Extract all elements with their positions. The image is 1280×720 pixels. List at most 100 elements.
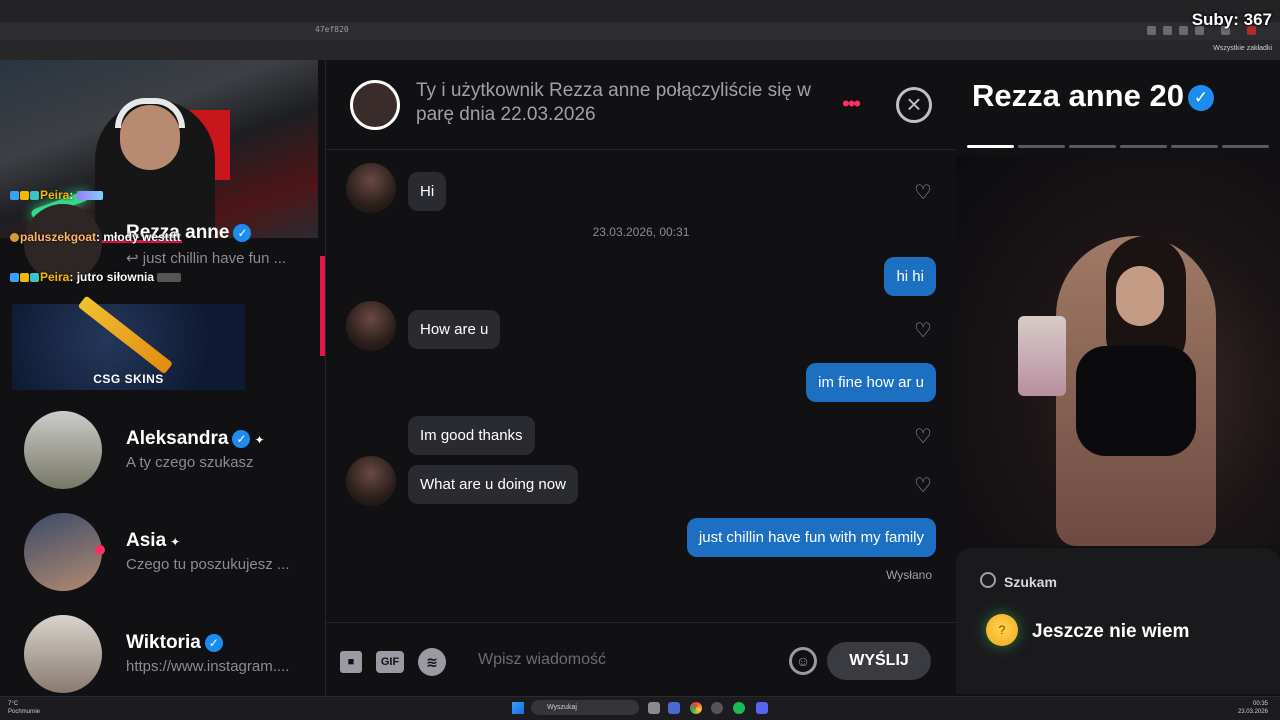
verified-badge-icon: ✓ (233, 224, 252, 242)
stream-chat-message: paluszekgoat: młody westttt (10, 230, 181, 244)
like-heart-icon[interactable]: ♡ (914, 180, 932, 205)
weather-widget[interactable]: 7°C Pochmurnie (8, 700, 40, 716)
photo-cup (1018, 316, 1066, 396)
conversation-list-panel: Rezza anne ✓ ↩ just chillin have fun ... … (0, 60, 326, 696)
verified-badge-icon: ✓ (232, 430, 251, 448)
conversation-name: Wiktoria ✓ (126, 632, 223, 654)
url-text[interactable]: 47ef820 (315, 25, 349, 34)
message-input[interactable]: Wpisz wiadomość (478, 651, 606, 669)
message-avatar[interactable] (346, 456, 396, 506)
zoom-icon[interactable] (1163, 26, 1172, 35)
thinking-face-icon: ? (986, 614, 1018, 646)
sent-status: Wysłano (886, 568, 932, 582)
badge-icon (10, 191, 19, 200)
clock-date: 23.03.2026 (1237, 709, 1268, 715)
sparkle-icon: ✦ (170, 535, 181, 549)
selected-conversation-bar (320, 256, 325, 356)
like-heart-icon[interactable]: ♡ (914, 473, 932, 498)
avatar (24, 513, 102, 591)
all-bookmarks-link[interactable]: Wszystkie zakładki (1213, 45, 1272, 52)
conversation-item-aleksandra[interactable]: Aleksandra ✓ ✦ A ty czego szukasz (0, 405, 320, 505)
chat-header-avatar[interactable] (350, 80, 400, 130)
looking-for-value: Jeszcze nie wiem (1032, 621, 1190, 642)
profile-photo[interactable] (956, 156, 1280, 546)
conversation-name-text: Wiktoria (126, 632, 201, 653)
photo-progress-segment[interactable] (1120, 145, 1167, 148)
spotify-icon[interactable] (733, 702, 745, 714)
knife-icon (77, 295, 173, 375)
crown-icon (20, 191, 29, 200)
chat-header: Ty i użytkownik Rezza anne połączyliście… (326, 60, 956, 150)
weather-desc: Pochmurnie (8, 709, 41, 715)
conversation-preview: ↩ just chillin have fun ... (126, 250, 287, 267)
spotify-icon[interactable]: ≋ (418, 648, 446, 676)
like-heart-icon[interactable]: ♡ (914, 424, 932, 449)
profile-name-text: Rezza anne 20 (972, 78, 1184, 113)
chat-panel: Ty i użytkownik Rezza anne połączyliście… (326, 60, 956, 696)
conversation-name-text: Asia (126, 530, 167, 551)
photo-progress-segment[interactable] (1171, 145, 1218, 148)
online-dot-icon (95, 545, 105, 555)
photo-progress-segment[interactable] (1222, 145, 1269, 148)
message-bubble-outgoing: hi hi (884, 257, 936, 296)
badge-icon (30, 273, 39, 282)
obs-icon[interactable] (711, 702, 723, 714)
looking-for-card: Szukam ? Jeszcze nie wiem (956, 548, 1280, 694)
conversation-preview: https://www.instagram.... (126, 658, 290, 675)
send-button[interactable]: WYŚLIJ (827, 642, 931, 680)
windows-start-icon[interactable] (512, 702, 524, 714)
chat-username: Peira (40, 270, 70, 284)
verified-badge-icon: ✓ (1187, 85, 1214, 111)
sparkle-icon: ✦ (254, 433, 265, 447)
subscriber-count-overlay: Suby: 367 (1191, 10, 1272, 29)
profile-panel: Rezza anne 20 ✓ Szukam ? Jeszcze nie wiem (956, 60, 1280, 696)
chat-text: jutro siłownia (76, 270, 155, 284)
crown-icon (20, 273, 29, 282)
app-icon[interactable] (668, 702, 680, 714)
location-icon[interactable] (1147, 26, 1156, 35)
chat-username: paluszekgoat (20, 230, 97, 244)
chat-text: młody westttt (103, 230, 181, 244)
conversation-name: Asia ✦ (126, 530, 180, 552)
taskbar-search[interactable]: Wyszukaj (531, 700, 639, 715)
browser-address-bar[interactable] (0, 22, 1280, 40)
chrome-icon[interactable] (690, 702, 702, 714)
search-icon (980, 572, 996, 588)
message-bubble-incoming: Im good thanks (408, 416, 535, 455)
avatar (24, 411, 102, 489)
conversation-item-wiktoria[interactable]: Wiktoria ✓ https://www.instagram.... (0, 609, 320, 699)
profile-name: Rezza anne 20 ✓ (972, 78, 1214, 114)
badge-icon (30, 191, 39, 200)
close-chat-icon[interactable]: × (896, 87, 932, 123)
stream-chat-message: Peira: jutro siłownia (10, 270, 182, 284)
conversation-preview: Czego tu poszukujesz ... (126, 556, 290, 573)
task-view-icon[interactable] (648, 702, 660, 714)
conversation-name-text: Aleksandra (126, 428, 229, 449)
clock-time: 00:35 (1252, 701, 1268, 707)
photo-progress-segment[interactable] (1069, 145, 1116, 148)
message-timestamp: 23.03.2026, 00:31 (592, 225, 690, 239)
message-avatar[interactable] (346, 301, 396, 351)
badge-icon (10, 273, 19, 282)
chat-username: Peira (40, 188, 70, 202)
contact-card-icon[interactable]: ■ (340, 651, 362, 673)
more-options-icon[interactable]: ••• (842, 91, 861, 117)
message-bubble-incoming: Hi (408, 172, 447, 211)
photo-progress-segment[interactable] (1018, 145, 1065, 148)
browser-tab-strip (0, 0, 1280, 22)
avatar (24, 615, 102, 693)
emoji-icon[interactable]: ☺ (789, 647, 817, 675)
cast-icon[interactable] (1179, 26, 1188, 35)
csgo-skins-ad[interactable]: CSG SKINS (12, 295, 245, 390)
windows-taskbar (0, 696, 1280, 720)
weather-temp: 7°C (8, 701, 19, 707)
photo-progress-segment-active[interactable] (967, 145, 1014, 148)
message-bubble-outgoing: im fine how ar u (806, 363, 936, 402)
conversation-item-asia[interactable]: Asia ✦ Czego tu poszukujesz ... (0, 507, 320, 607)
system-clock[interactable]: 00:35 23.03.2026 (1238, 700, 1268, 716)
like-heart-icon[interactable]: ♡ (914, 318, 932, 343)
stream-chat-message: Peira: (10, 188, 104, 202)
message-avatar[interactable] (346, 163, 396, 213)
discord-icon[interactable] (756, 702, 768, 714)
gif-icon[interactable]: GIF (376, 651, 404, 673)
